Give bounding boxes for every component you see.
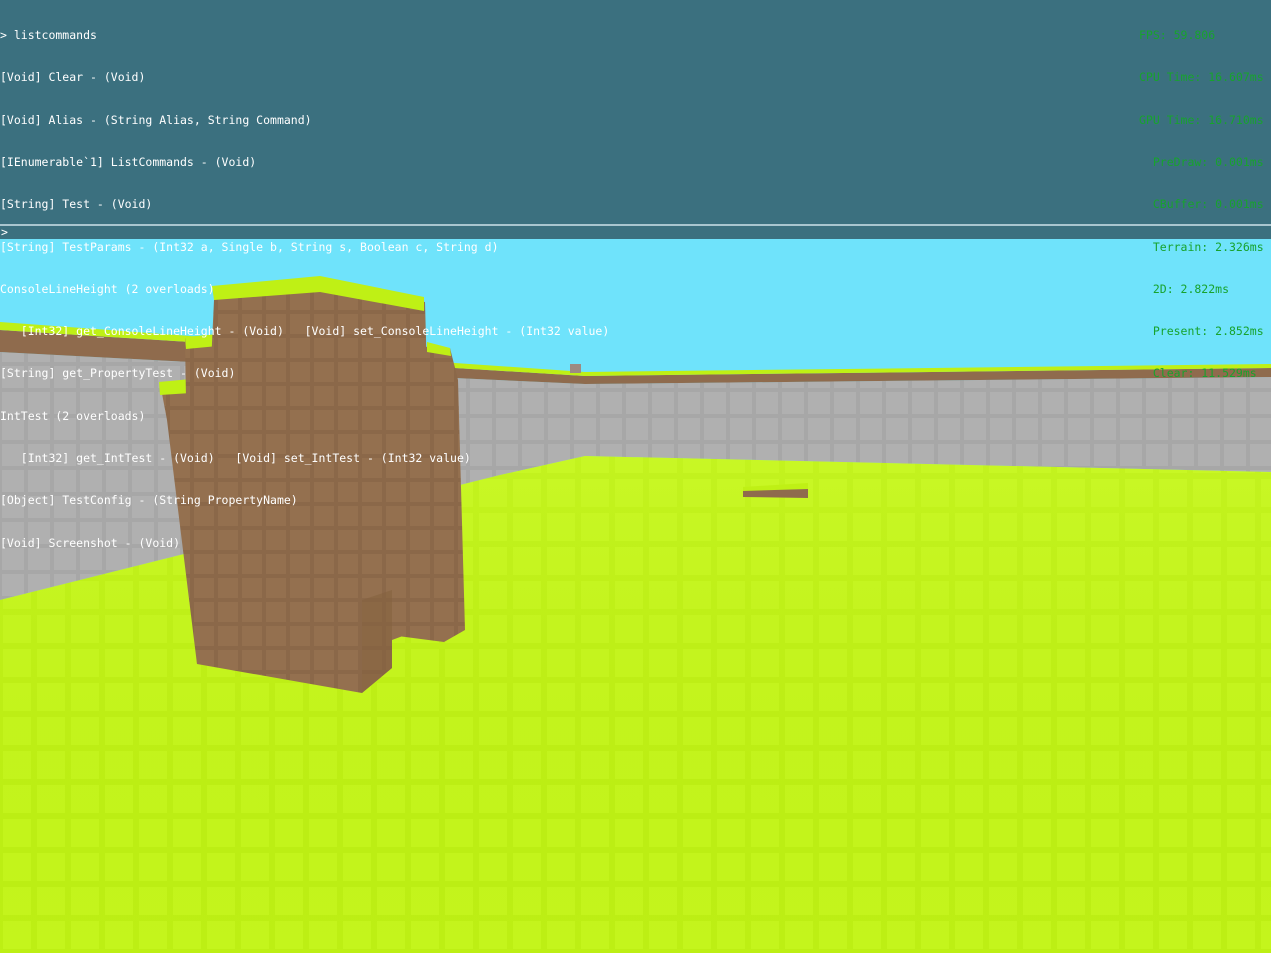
developer-console: > listcommands [Void] Clear - (Void) [Vo… xyxy=(0,0,1271,550)
console-line: IntTest (2 overloads) xyxy=(0,408,146,423)
stat-gpu-time: GPU Time: 16.710ms xyxy=(1139,112,1264,127)
console-line: ConsoleLineHeight (2 overloads) xyxy=(0,281,215,296)
stat-cbuffer: CBuffer: 0.001ms xyxy=(1139,197,1264,212)
console-line: [Object] TestConfig - (String PropertyNa… xyxy=(0,493,298,508)
console-command-input[interactable] xyxy=(12,226,1252,238)
console-line: [String] Test - (Void) xyxy=(0,197,153,212)
stat-2d: 2D: 2.822ms xyxy=(1139,281,1230,296)
performance-stats: FPS: 59.806 CPU Time: 16.607ms GPU Time:… xyxy=(1139,0,1269,409)
stat-cpu-time: CPU Time: 16.607ms xyxy=(1139,70,1264,85)
console-line: [Int32] get_ConsoleLineHeight - (Void) [… xyxy=(0,324,610,339)
prompt-caret-icon: > xyxy=(1,225,8,239)
console-line: [String] get_PropertyTest - (Void) xyxy=(0,366,236,381)
stat-clear: Clear: 11.529ms xyxy=(1139,366,1257,381)
stat-present: Present: 2.852ms xyxy=(1139,324,1264,339)
console-line: [Void] Alias - (String Alias, String Com… xyxy=(0,112,312,127)
console-line: [Int32] get_IntTest - (Void) [Void] set_… xyxy=(0,451,471,465)
console-line: [IEnumerable`1] ListCommands - (Void) xyxy=(0,155,257,170)
console-line: > listcommands xyxy=(0,28,97,43)
stat-fps: FPS: 59.806 xyxy=(1139,28,1216,43)
console-output: > listcommands [Void] Clear - (Void) [Vo… xyxy=(0,0,1100,578)
stat-terrain: Terrain: 2.326ms xyxy=(1139,239,1264,254)
stat-predraw: PreDraw: 0.001ms xyxy=(1139,155,1264,170)
console-line: [String] TestParams - (Int32 a, Single b… xyxy=(0,239,499,254)
console-line: [Void] Screenshot - (Void) xyxy=(0,535,181,550)
console-line: [Void] Clear - (Void) xyxy=(0,70,146,85)
